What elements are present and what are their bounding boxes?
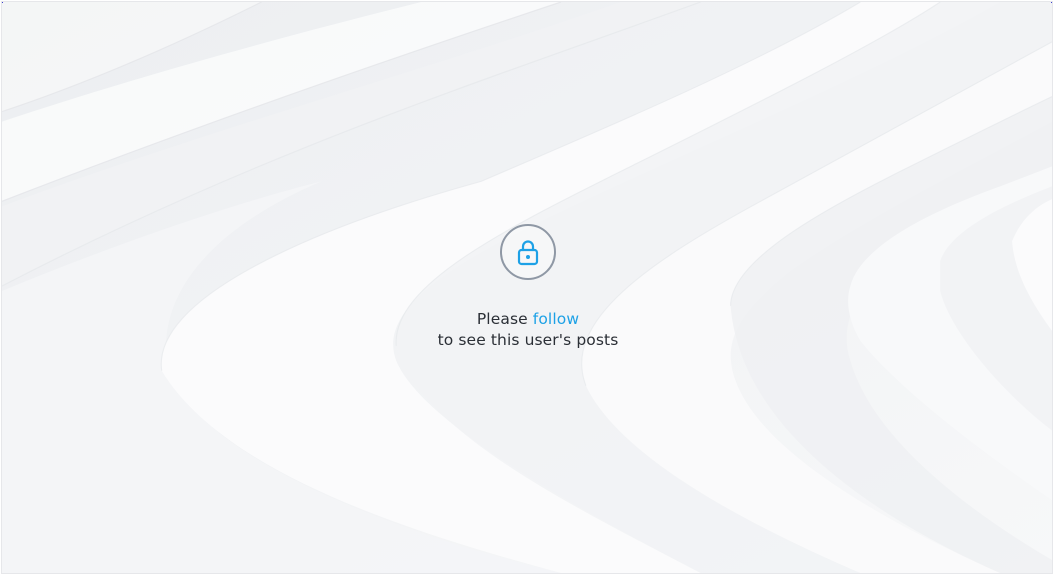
locked-message-line-1: Please follow xyxy=(438,309,619,330)
follow-link[interactable]: follow xyxy=(533,310,579,328)
locked-message: Please follow to see this user's posts xyxy=(438,309,619,351)
locked-message-line-2: to see this user's posts xyxy=(437,331,619,349)
lock-icon xyxy=(517,240,539,266)
corner-marker xyxy=(2,2,3,3)
private-account-notice: Please follow to see this user's posts xyxy=(2,224,1052,351)
locked-content-panel: Please follow to see this user's posts xyxy=(1,1,1053,574)
locked-message-prefix: Please xyxy=(476,310,528,328)
corner-marker xyxy=(1051,2,1052,3)
lock-badge xyxy=(500,224,556,280)
